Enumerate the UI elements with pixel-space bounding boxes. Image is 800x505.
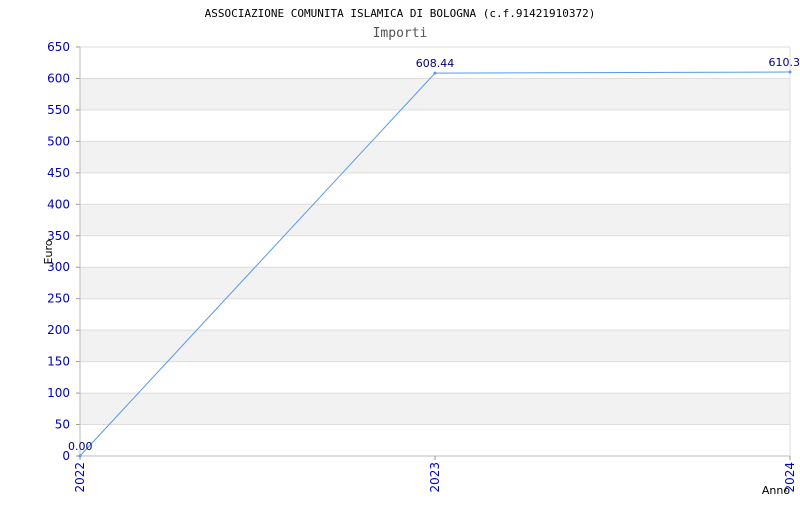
- grid-band: [80, 330, 790, 361]
- y-tick-label: 450: [47, 166, 70, 180]
- data-label: 610.3: [769, 56, 800, 69]
- data-point: [789, 70, 792, 73]
- line-chart: ASSOCIAZIONE COMUNITA ISLAMICA DI BOLOGN…: [0, 0, 800, 500]
- x-tick-label: 2022: [73, 462, 87, 493]
- y-tick-label: 200: [47, 323, 70, 337]
- y-tick-label: 250: [47, 292, 70, 306]
- x-axis-label: Anno: [762, 484, 790, 497]
- chart-subtitle: Importi: [373, 26, 428, 41]
- y-tick-label: 100: [47, 386, 70, 400]
- grid-band: [80, 78, 790, 109]
- data-label: 608.44: [416, 57, 455, 70]
- y-tick-label: 650: [47, 40, 70, 54]
- y-tick-label: 50: [55, 418, 70, 432]
- y-tick-label: 500: [47, 134, 70, 148]
- chart-svg: ASSOCIAZIONE COMUNITA ISLAMICA DI BOLOGN…: [0, 0, 800, 500]
- grid-band: [80, 393, 790, 424]
- x-tick-label: 2023: [428, 462, 442, 493]
- data-point: [434, 72, 437, 75]
- chart-title: ASSOCIAZIONE COMUNITA ISLAMICA DI BOLOGN…: [205, 7, 596, 20]
- grid-band: [80, 204, 790, 235]
- grid-band: [80, 267, 790, 298]
- y-tick-label: 550: [47, 103, 70, 117]
- data-label: 0.00: [68, 440, 93, 453]
- y-tick-label: 600: [47, 71, 70, 85]
- data-point: [79, 455, 82, 458]
- y-tick-label: 150: [47, 355, 70, 369]
- grid-band: [80, 141, 790, 172]
- y-axis-label: Euro: [42, 239, 55, 264]
- y-tick-label: 400: [47, 197, 70, 211]
